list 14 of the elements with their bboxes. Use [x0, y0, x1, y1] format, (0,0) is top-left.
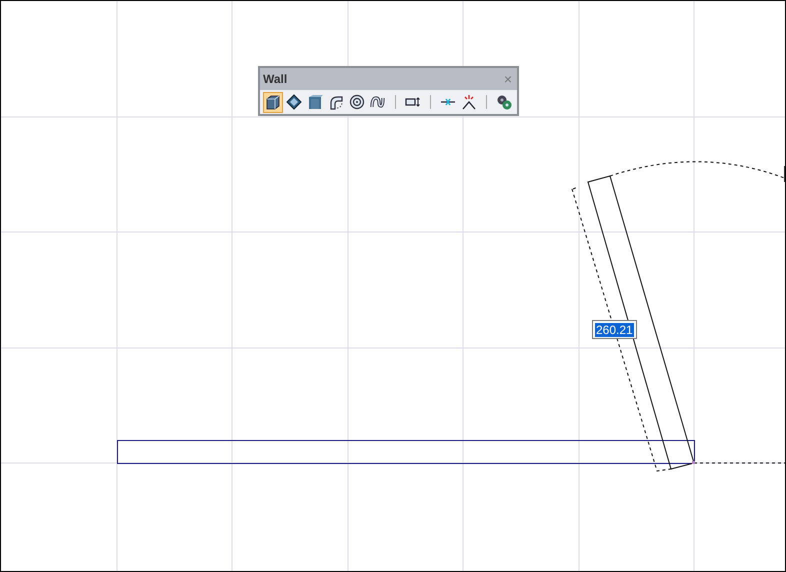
curve-wall-icon: [370, 94, 386, 110]
length-value: 260.21: [595, 322, 634, 336]
tool-button[interactable]: [284, 92, 304, 112]
column-icon: [307, 94, 324, 110]
circle-wall-icon: [349, 94, 366, 110]
length-input-field[interactable]: 260.21: [592, 320, 637, 339]
tool-button[interactable]: [263, 92, 284, 112]
arc-wall-icon: [328, 94, 344, 110]
gears-icon: [496, 94, 512, 110]
trim-icon: [461, 94, 478, 110]
slab-icon: [286, 94, 302, 110]
toolbar-title: Wall: [263, 71, 288, 88]
endpoint-marker: [692, 461, 695, 464]
wall-icon: [265, 94, 281, 110]
